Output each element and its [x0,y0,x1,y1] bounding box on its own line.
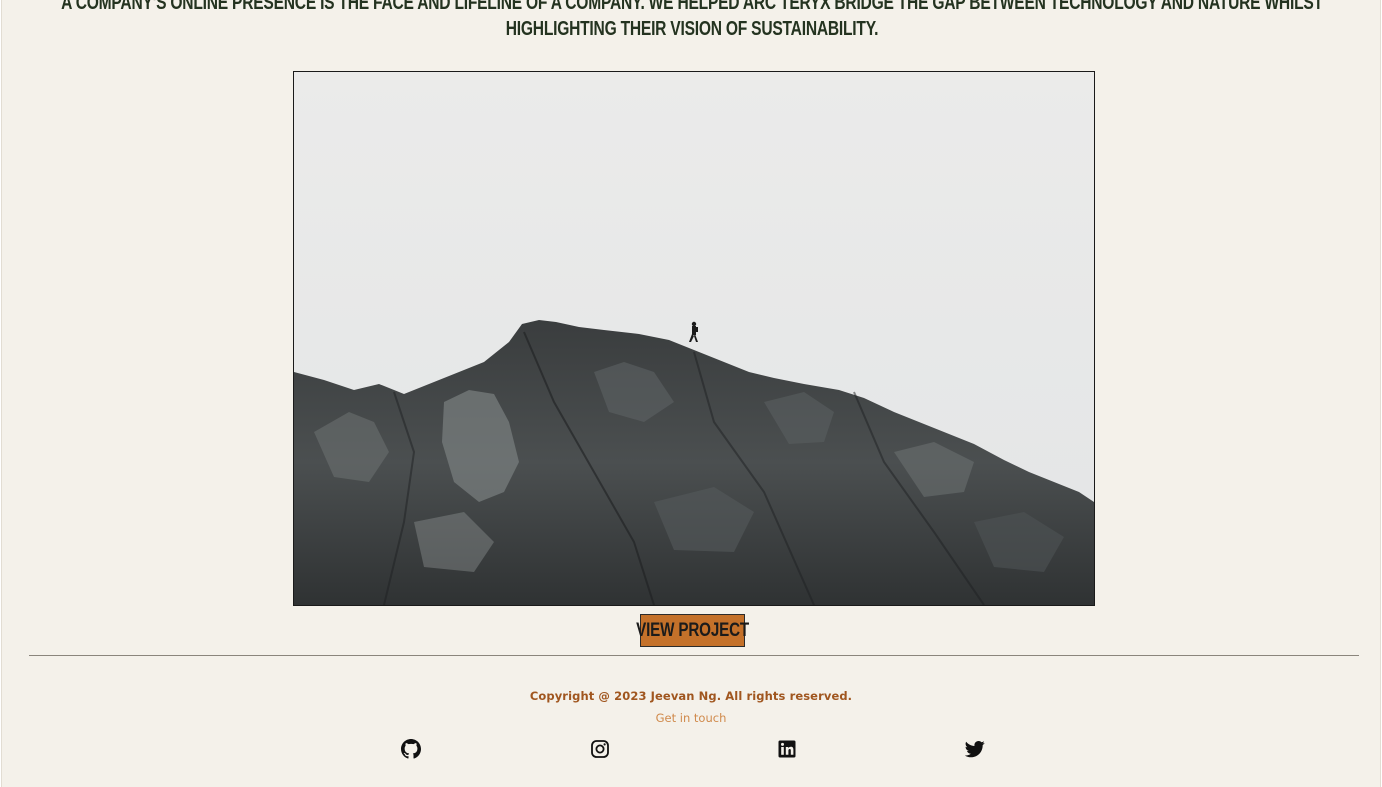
linkedin-icon[interactable] [777,739,799,761]
page: A company's online presence is the face … [1,0,1381,787]
linkedin-icon-glyph [778,740,796,758]
get-in-touch-link[interactable]: Get in touch [2,711,1380,725]
footer-divider [29,655,1359,656]
twitter-icon[interactable] [965,739,987,761]
github-icon[interactable] [401,739,423,761]
copyright-text: Copyright @ 2023 Jeevan Ng. All rights r… [529,689,853,703]
instagram-icon[interactable] [590,739,612,761]
github-icon-glyph [401,739,421,759]
mountain-photo [294,72,1094,605]
project-image [293,71,1095,606]
project-description: A company's online presence is the face … [61,0,1323,40]
twitter-icon-glyph [965,741,985,758]
instagram-icon-glyph [591,740,609,758]
view-project-label: View Project [636,619,749,641]
view-project-button[interactable]: View Project [636,614,749,647]
